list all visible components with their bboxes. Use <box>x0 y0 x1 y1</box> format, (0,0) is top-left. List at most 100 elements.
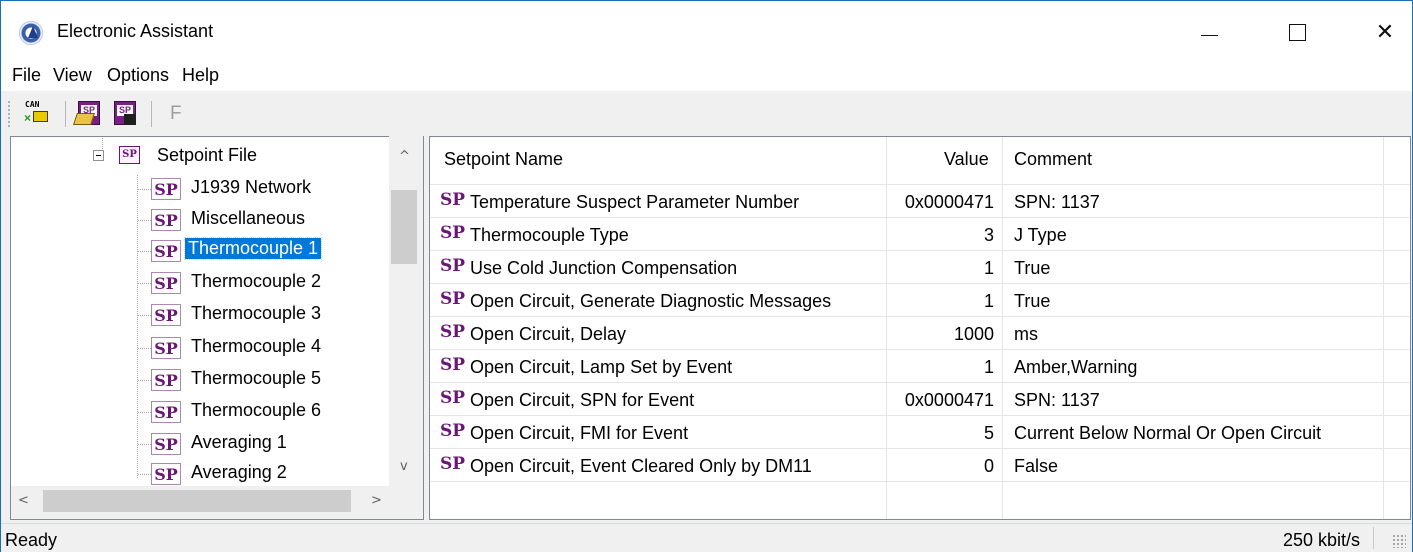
tree-item-setpoint-file[interactable]: Setpoint File <box>157 145 257 166</box>
tree-line <box>138 220 152 221</box>
tree-item-thermocouple-6[interactable]: Thermocouple 6 <box>191 400 321 421</box>
save-setpoint-file-button[interactable]: SP <box>111 99 141 129</box>
setpoint-group-icon: SP <box>151 272 181 294</box>
toolbar: CAN × SP SP F <box>1 94 1412 134</box>
tree-line <box>138 251 152 252</box>
setpoint-group-icon: SP <box>151 463 181 485</box>
tree-item-averaging-1[interactable]: Averaging 1 <box>191 432 287 453</box>
tree-item-j1939-network[interactable]: J1939 Network <box>191 177 311 198</box>
table-row[interactable]: SP Open Circuit, Delay 1000 ms <box>430 317 1410 350</box>
setpoint-value: 3 <box>983 225 994 245</box>
status-bar: Ready 250 kbit/s <box>1 523 1412 552</box>
toolbar-grip[interactable] <box>7 100 11 128</box>
setpoint-group-icon: SP <box>151 304 181 326</box>
flash-button[interactable]: F <box>161 99 191 129</box>
status-text: Ready <box>5 530 58 550</box>
setpoint-icon: SP <box>440 322 466 342</box>
setpoint-icon: SP <box>440 421 466 441</box>
setpoint-group-icon: SP <box>151 178 181 200</box>
toolbar-separator <box>151 101 152 127</box>
setpoint-comment: Current Below Normal Or Open Circuit <box>1014 423 1322 443</box>
setpoint-comment: True <box>1014 258 1051 278</box>
setpoint-name: Open Circuit, Event Cleared Only by DM11 <box>470 456 812 476</box>
maximize-button[interactable] <box>1253 1 1341 63</box>
minimize-button[interactable] <box>1165 1 1253 63</box>
setpoint-value: 0x0000471 <box>904 390 994 410</box>
can-icon: CAN <box>25 100 40 109</box>
can-adapter-icon <box>33 111 48 122</box>
close-button[interactable]: ✕ <box>1341 1 1413 63</box>
list-header: Setpoint Name Value Comment <box>430 137 1410 185</box>
setpoint-icon: SP <box>440 223 466 243</box>
menu-file[interactable]: File <box>12 65 41 86</box>
scroll-down-icon[interactable]: v <box>400 459 408 474</box>
column-header-value[interactable]: Value <box>944 149 989 170</box>
setpoint-icon: SP <box>440 454 466 474</box>
setpoint-name: Temperature Suspect Parameter Number <box>470 192 800 212</box>
setpoint-name: Open Circuit, SPN for Event <box>470 390 695 410</box>
setpoint-icon: SP <box>440 190 466 210</box>
can-connect-button[interactable]: CAN × <box>23 99 53 129</box>
table-row[interactable]: SP Temperature Suspect Parameter Number … <box>430 185 1410 218</box>
table-row[interactable]: SP Open Circuit, SPN for Event 0x0000471… <box>430 383 1410 416</box>
scroll-left-icon[interactable]: < <box>18 493 29 508</box>
tree-line <box>138 348 152 349</box>
tree-vertical-scroll-thumb[interactable] <box>391 190 417 264</box>
menu-bar: File View Options Help <box>1 63 1412 91</box>
tree-line <box>138 444 152 445</box>
save-disk-icon <box>124 114 136 125</box>
menu-options[interactable]: Options <box>107 65 169 86</box>
table-row[interactable]: SP Open Circuit, FMI for Event 5 Current… <box>430 416 1410 449</box>
column-header-comment[interactable]: Comment <box>1014 149 1092 170</box>
window-title: Electronic Assistant <box>57 21 214 41</box>
table-row[interactable]: SP Thermocouple Type 3 J Type <box>430 218 1410 251</box>
tree-line <box>138 283 152 284</box>
scroll-up-icon[interactable]: ^ <box>399 149 410 164</box>
setpoint-icon: SP <box>440 388 466 408</box>
setpoint-name: Open Circuit, Delay <box>470 324 627 344</box>
table-row[interactable]: SP Open Circuit, Event Cleared Only by D… <box>430 449 1410 482</box>
setpoint-value: 0 <box>983 456 994 476</box>
tree-item-averaging-2[interactable]: Averaging 2 <box>191 462 287 483</box>
menu-view[interactable]: View <box>53 65 92 86</box>
table-row[interactable]: SP Use Cold Junction Compensation 1 True <box>430 251 1410 284</box>
tree-item-thermocouple-4[interactable]: Thermocouple 4 <box>191 336 321 357</box>
setpoint-comment: J Type <box>1014 225 1067 245</box>
flash-icon: F <box>170 103 182 124</box>
setpoint-value: 1 <box>983 258 994 278</box>
tree-item-thermocouple-2[interactable]: Thermocouple 2 <box>191 271 321 292</box>
setpoint-comment: SPN: 1137 <box>1014 192 1100 212</box>
setpoint-icon: SP <box>440 256 466 276</box>
setpoint-comment: True <box>1014 291 1051 311</box>
tree-line <box>138 412 152 413</box>
setpoint-list[interactable]: Setpoint Name Value Comment SP Temperatu… <box>429 136 1411 520</box>
tree-line <box>138 474 152 475</box>
menu-help[interactable]: Help <box>182 65 219 86</box>
tree-horizontal-scroll-thumb[interactable] <box>43 490 351 512</box>
setpoint-value: 0x0000471 <box>904 192 994 212</box>
open-setpoint-file-button[interactable]: SP <box>73 99 105 129</box>
setpoint-group-icon: SP <box>151 369 181 391</box>
resize-grip-icon[interactable] <box>1392 534 1406 548</box>
column-header-setpoint-name[interactable]: Setpoint Name <box>444 149 563 170</box>
application-window: Electronic Assistant ✕ File View Options… <box>0 0 1413 552</box>
setpoint-comment: False <box>1014 456 1059 476</box>
setpoint-comment: SPN: 1137 <box>1014 390 1100 410</box>
title-bar: Electronic Assistant ✕ <box>1 1 1412 63</box>
setpoint-icon: SP <box>440 355 466 375</box>
table-row[interactable]: SP Open Circuit, Generate Diagnostic Mes… <box>430 284 1410 317</box>
tree-item-thermocouple-3[interactable]: Thermocouple 3 <box>191 303 321 324</box>
tree-collapse-toggle[interactable] <box>93 150 104 161</box>
electronic-assistant-logo-icon <box>19 21 43 45</box>
setpoint-name: Thermocouple Type <box>470 225 629 245</box>
toolbar-separator <box>65 101 66 127</box>
tree-item-miscellaneous[interactable]: Miscellaneous <box>191 208 305 229</box>
tree-item-thermocouple-1[interactable]: Thermocouple 1 <box>183 237 323 260</box>
tree-vertical-scrollbar[interactable] <box>389 136 423 486</box>
tree-item-thermocouple-5[interactable]: Thermocouple 5 <box>191 368 321 389</box>
table-row[interactable]: SP Open Circuit, Lamp Set by Event 1 Amb… <box>430 350 1410 383</box>
scroll-right-icon[interactable]: > <box>371 493 382 508</box>
maximize-icon <box>1288 23 1306 41</box>
setpoint-name: Open Circuit, Generate Diagnostic Messag… <box>470 291 832 311</box>
status-separator <box>1373 527 1374 549</box>
